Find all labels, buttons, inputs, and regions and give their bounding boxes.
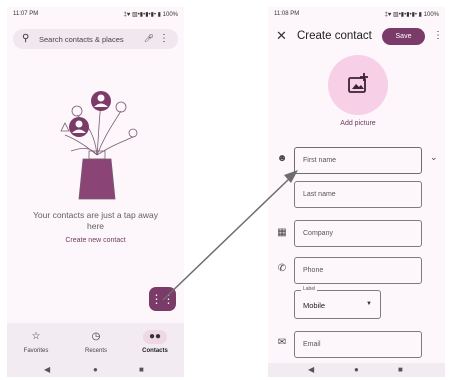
connector-arrow — [162, 170, 298, 301]
